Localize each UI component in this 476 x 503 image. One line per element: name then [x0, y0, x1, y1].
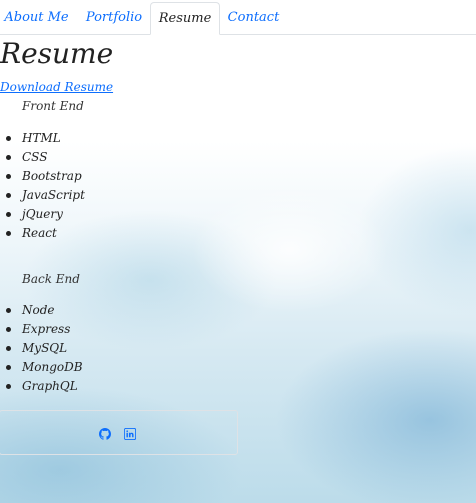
list-item: HTML [0, 130, 85, 149]
page-title: Resume [0, 37, 114, 70]
skill-label: Bootstrap [22, 169, 82, 183]
linkedin-icon[interactable] [124, 428, 136, 440]
tab-contact[interactable]: Contact [222, 2, 285, 34]
nav-tabs: About Me Portfolio Resume Contact [0, 0, 476, 35]
list-item: Node [0, 302, 83, 321]
front-end-list: HTML CSS Bootstrap JavaScript jQuery Rea… [0, 130, 85, 244]
list-item: MySQL [0, 340, 83, 359]
list-item: Express [0, 321, 83, 340]
bullet-icon [6, 365, 11, 370]
back-end-list: Node Express MySQL MongoDB GraphQL [0, 302, 83, 397]
list-item: JavaScript [0, 187, 85, 206]
footer [0, 410, 238, 455]
list-item: React [0, 225, 85, 244]
bullet-icon [6, 174, 11, 179]
skill-label: React [22, 226, 57, 240]
download-resume-link[interactable]: Download Resume [0, 79, 113, 95]
skill-label: Express [22, 322, 71, 336]
bullet-icon [6, 384, 11, 389]
back-end-heading: Back End [22, 272, 80, 286]
skill-label: MongoDB [22, 360, 83, 374]
list-item: Bootstrap [0, 168, 85, 187]
bullet-icon [6, 231, 11, 236]
skill-label: CSS [22, 150, 48, 164]
list-item: CSS [0, 149, 85, 168]
skill-label: GraphQL [22, 379, 78, 393]
bullet-icon [6, 193, 11, 198]
list-item: MongoDB [0, 359, 83, 378]
skill-label: JavaScript [22, 188, 85, 202]
list-item: jQuery [0, 206, 85, 225]
bullet-icon [6, 327, 11, 332]
skill-label: HTML [22, 131, 61, 145]
list-item: GraphQL [0, 378, 83, 397]
bullet-icon [6, 346, 11, 351]
skill-label: Node [22, 303, 55, 317]
skill-label: jQuery [22, 207, 63, 221]
front-end-heading: Front End [22, 99, 84, 113]
tab-portfolio[interactable]: Portfolio [78, 2, 150, 34]
tab-resume[interactable]: Resume [150, 2, 220, 35]
github-icon[interactable] [99, 428, 111, 440]
bullet-icon [6, 212, 11, 217]
skill-label: MySQL [22, 341, 68, 355]
tab-about-me[interactable]: About Me [0, 2, 73, 34]
bullet-icon [6, 155, 11, 160]
bullet-icon [6, 136, 11, 141]
bullet-icon [6, 308, 11, 313]
